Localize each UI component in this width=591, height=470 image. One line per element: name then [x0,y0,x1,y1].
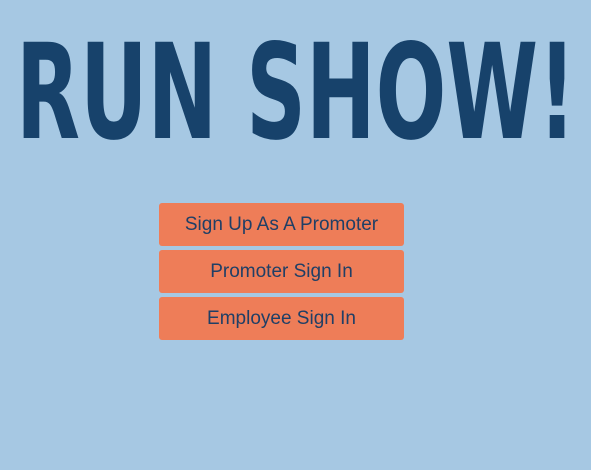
app-logo-graphic: RUN SHOW! [16,18,576,158]
auth-actions: Sign Up As A Promoter Promoter Sign In E… [159,203,404,344]
app-title: RUN SHOW! [16,18,576,158]
app-logo: RUN SHOW! [0,18,591,158]
promoter-sign-in-button[interactable]: Promoter Sign In [159,250,404,293]
employee-sign-in-button[interactable]: Employee Sign In [159,297,404,340]
sign-up-promoter-button[interactable]: Sign Up As A Promoter [159,203,404,246]
landing-page: RUN SHOW! Sign Up As A Promoter Promoter… [0,0,591,470]
